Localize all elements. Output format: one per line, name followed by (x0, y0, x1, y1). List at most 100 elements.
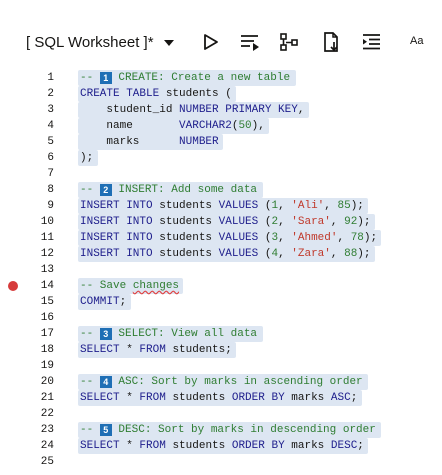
worksheet-title[interactable]: [ SQL Worksheet ]* (26, 34, 154, 51)
code-token: * (126, 392, 140, 404)
code-token: -- Save (80, 280, 133, 292)
code-token: NUMBER (179, 136, 219, 148)
chevron-down-icon[interactable] (162, 36, 176, 48)
code-token: ( (218, 88, 232, 100)
code-token: ); (357, 216, 371, 228)
code-token: ; (119, 296, 127, 308)
code-token: SELECT (80, 440, 127, 452)
code-token: ORDER BY (231, 440, 292, 452)
code-token: , (278, 232, 292, 244)
line-number: 15 (40, 296, 54, 308)
code-token: COMMIT (80, 296, 120, 308)
download-icon[interactable] (320, 31, 344, 53)
line-number: 23 (40, 424, 54, 436)
code-token: INSERT INTO (80, 200, 160, 212)
code-text: -- 5 DESC: Sort by marks in descending o… (80, 422, 376, 438)
code-line: 22 (0, 406, 442, 422)
code-token: , (297, 104, 305, 116)
code-token: ); (80, 152, 94, 164)
code-token: DESC (330, 440, 358, 452)
code-line: 25 (0, 454, 442, 470)
code-text: INSERT INTO students VALUES (3, 'Ahmed',… (80, 230, 377, 246)
code-token: NUMBER PRIMARY KEY (179, 104, 298, 116)
line-number: 25 (40, 456, 54, 468)
run-script-icon[interactable] (238, 31, 262, 53)
code-token: 88 (344, 248, 358, 260)
code-token: * (126, 440, 140, 452)
line-number: 22 (40, 408, 54, 420)
code-token: students (172, 440, 232, 452)
code-text: INSERT INTO students VALUES (4, 'Zara', … (80, 246, 371, 262)
code-token: SELECT (80, 392, 127, 404)
line-number: 6 (47, 152, 54, 164)
font-size-button[interactable]: Aa (410, 35, 423, 47)
code-token: ); (350, 200, 364, 212)
code-token: marks (80, 136, 180, 148)
code-text: -- 4 ASC: Sort by marks in ascending ord… (80, 374, 363, 390)
code-line: 17 -- 3 SELECT: View all data (0, 326, 442, 342)
code-text: SELECT * FROM students ORDER BY marks DE… (80, 438, 364, 454)
code-token: 50 (238, 120, 252, 132)
code-token: ; (350, 392, 358, 404)
code-line: 11 INSERT INTO students VALUES (3, 'Ahmed… (0, 230, 442, 246)
code-text: -- Save changes (80, 278, 179, 294)
line-number: 14 (40, 280, 54, 292)
code-token: -- (80, 184, 100, 196)
line-number: 13 (40, 264, 54, 276)
line-number: 9 (47, 200, 54, 212)
code-editor[interactable]: 1 -- 1 CREATE: Create a new table 2 CREATE … (0, 66, 442, 475)
code-token: 'Ahmed' (291, 232, 338, 244)
code-token: CREATE TABLE (80, 88, 166, 100)
code-token: , (278, 248, 292, 260)
code-line: 18 SELECT * FROM students; (0, 342, 442, 358)
line-number: 21 (40, 392, 54, 404)
code-line: 13 (0, 262, 442, 278)
run-icon[interactable] (199, 31, 223, 53)
code-token: students (165, 88, 219, 100)
code-token: 92 (344, 216, 358, 228)
code-token: , (337, 232, 351, 244)
line-number: 10 (40, 216, 54, 228)
code-token: SELECT (80, 344, 127, 356)
code-token: * (126, 344, 140, 356)
code-token: students (159, 232, 219, 244)
code-token: FROM (139, 392, 173, 404)
code-token: CREATE: Create a new table (111, 72, 291, 84)
code-token: VARCHAR2 (179, 120, 232, 132)
code-token: SELECT: View all data (111, 328, 258, 340)
code-line: 4 name VARCHAR2(50), (0, 118, 442, 134)
line-number: 18 (40, 344, 54, 356)
code-token: 85 (337, 200, 351, 212)
code-token: FROM (139, 344, 173, 356)
code-text: marks NUMBER (80, 134, 219, 150)
line-number: 17 (40, 328, 54, 340)
explain-plan-icon[interactable] (278, 31, 302, 53)
code-token: -- (80, 328, 100, 340)
code-token: , (278, 200, 292, 212)
code-token: , (278, 216, 292, 228)
code-token: marks (291, 440, 331, 452)
code-token: INSERT: Add some data (111, 184, 258, 196)
code-token: , (324, 200, 338, 212)
code-token: INSERT INTO (80, 248, 160, 260)
line-number: 24 (40, 440, 54, 452)
line-number: 12 (40, 248, 54, 260)
code-line: 9 INSERT INTO students VALUES (1, 'Ali', … (0, 198, 442, 214)
worksheet-toolbar: [ SQL Worksheet ]* Aa (0, 0, 442, 62)
code-text: COMMIT; (80, 294, 126, 310)
code-token: ASC: Sort by marks in ascending order (111, 376, 363, 388)
format-icon[interactable] (360, 31, 384, 53)
code-token: student_id (80, 104, 180, 116)
code-token: ASC (330, 392, 351, 404)
code-token: -- (80, 424, 100, 436)
code-line: 23 -- 5 DESC: Sort by marks in descending… (0, 422, 442, 438)
code-text: CREATE TABLE students ( (80, 86, 232, 102)
code-line: 19 (0, 358, 442, 374)
code-line: 24 SELECT * FROM students ORDER BY marks … (0, 438, 442, 454)
code-text: -- 3 SELECT: View all data (80, 326, 257, 342)
code-token: INSERT INTO (80, 216, 160, 228)
code-token: -- (80, 72, 100, 84)
code-token: FROM (139, 440, 173, 452)
code-token: students (172, 392, 232, 404)
code-line: 12 INSERT INTO students VALUES (4, 'Zara'… (0, 246, 442, 262)
